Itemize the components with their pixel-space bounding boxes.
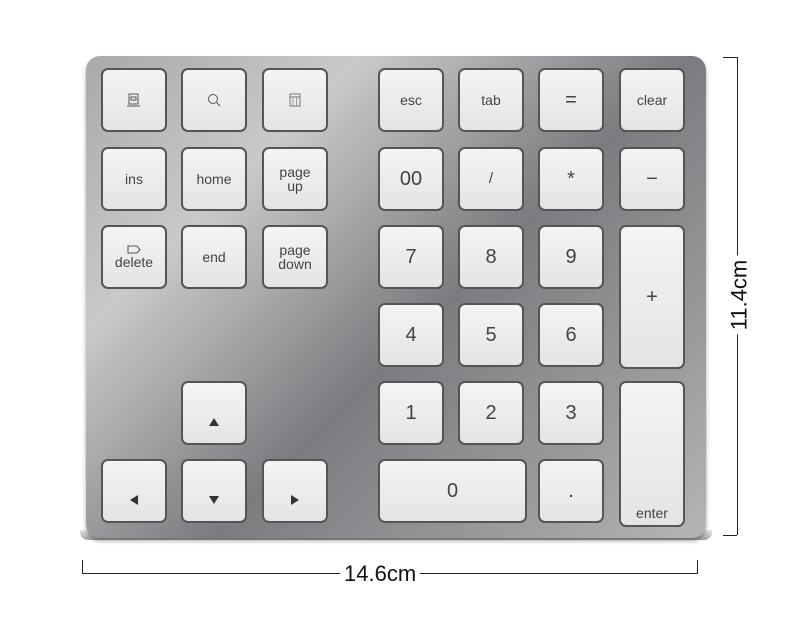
key-label: − <box>646 168 658 190</box>
key-page-up[interactable]: page up <box>262 147 328 211</box>
key-label: clear <box>636 92 668 108</box>
key-dot[interactable]: . <box>538 459 604 523</box>
key-label: page <box>279 242 311 258</box>
key-3[interactable]: 3 <box>538 381 604 445</box>
key-label: 3 <box>565 402 577 424</box>
key-asterisk[interactable]: * <box>538 147 604 211</box>
key-tab[interactable]: tab <box>458 68 524 132</box>
key-label: page <box>279 164 311 180</box>
key-label: 4 <box>405 324 417 346</box>
key-00[interactable]: 00 <box>378 147 444 211</box>
key-home[interactable]: home <box>181 147 247 211</box>
key-label: * <box>567 168 575 190</box>
key-arrow-left[interactable] <box>101 459 167 523</box>
key-app[interactable] <box>101 68 167 132</box>
key-label: esc <box>400 92 422 108</box>
key-esc[interactable]: esc <box>378 68 444 132</box>
key-7[interactable]: 7 <box>378 225 444 289</box>
key-label: / <box>488 170 494 187</box>
key-label: ins <box>125 171 143 187</box>
key-delete[interactable]: delete <box>101 225 167 289</box>
key-search[interactable] <box>181 68 247 132</box>
key-1[interactable]: 1 <box>378 381 444 445</box>
height-tick-bottom <box>723 535 737 536</box>
width-label: 14.6cm <box>340 561 421 587</box>
calculator-icon <box>289 93 301 107</box>
arrow-left-icon <box>130 495 138 505</box>
key-slash[interactable]: / <box>458 147 524 211</box>
key-plus[interactable]: + <box>619 225 685 369</box>
key-label: enter <box>636 505 668 521</box>
key-6[interactable]: 6 <box>538 303 604 367</box>
key-label: 8 <box>485 246 497 268</box>
key-arrow-up[interactable] <box>181 381 247 445</box>
key-label: = <box>565 89 577 111</box>
key-label: 0 <box>446 480 459 502</box>
key-page-down[interactable]: page down <box>262 225 328 289</box>
key-9[interactable]: 9 <box>538 225 604 289</box>
key-label: down <box>278 256 312 272</box>
key-ins[interactable]: ins <box>101 147 167 211</box>
key-label: 2 <box>485 402 497 424</box>
key-label: 7 <box>405 246 417 268</box>
key-label: end <box>202 249 226 265</box>
key-label: 00 <box>399 168 423 190</box>
key-label: tab <box>481 92 501 108</box>
height-label: 11.4cm <box>726 255 753 335</box>
width-tick-left <box>82 560 83 574</box>
key-4[interactable]: 4 <box>378 303 444 367</box>
key-minus[interactable]: − <box>619 147 685 211</box>
height-tick-top <box>723 57 737 58</box>
key-label: home <box>196 171 232 187</box>
delete-tag-icon <box>127 245 141 254</box>
key-2[interactable]: 2 <box>458 381 524 445</box>
key-5[interactable]: 5 <box>458 303 524 367</box>
key-calculator[interactable] <box>262 68 328 132</box>
key-label: + <box>646 286 658 308</box>
key-0[interactable]: 0 <box>378 459 527 523</box>
width-tick-right <box>697 560 698 574</box>
key-enter[interactable]: enter <box>619 381 685 527</box>
key-end[interactable]: end <box>181 225 247 289</box>
key-arrow-down[interactable] <box>181 459 247 523</box>
key-label: delete <box>114 254 154 270</box>
key-label: 6 <box>565 324 577 346</box>
key-label: up <box>287 178 303 194</box>
app-window-icon <box>127 93 140 107</box>
key-label: . <box>568 480 574 502</box>
key-equals[interactable]: = <box>538 68 604 132</box>
arrow-up-icon <box>209 418 219 426</box>
search-icon <box>208 94 221 107</box>
key-label: 1 <box>405 402 417 424</box>
key-clear[interactable]: clear <box>619 68 685 132</box>
key-label: 5 <box>485 324 497 346</box>
arrow-down-icon <box>209 496 219 504</box>
arrow-right-icon <box>291 495 299 505</box>
key-label: 9 <box>565 246 577 268</box>
key-8[interactable]: 8 <box>458 225 524 289</box>
key-arrow-right[interactable] <box>262 459 328 523</box>
